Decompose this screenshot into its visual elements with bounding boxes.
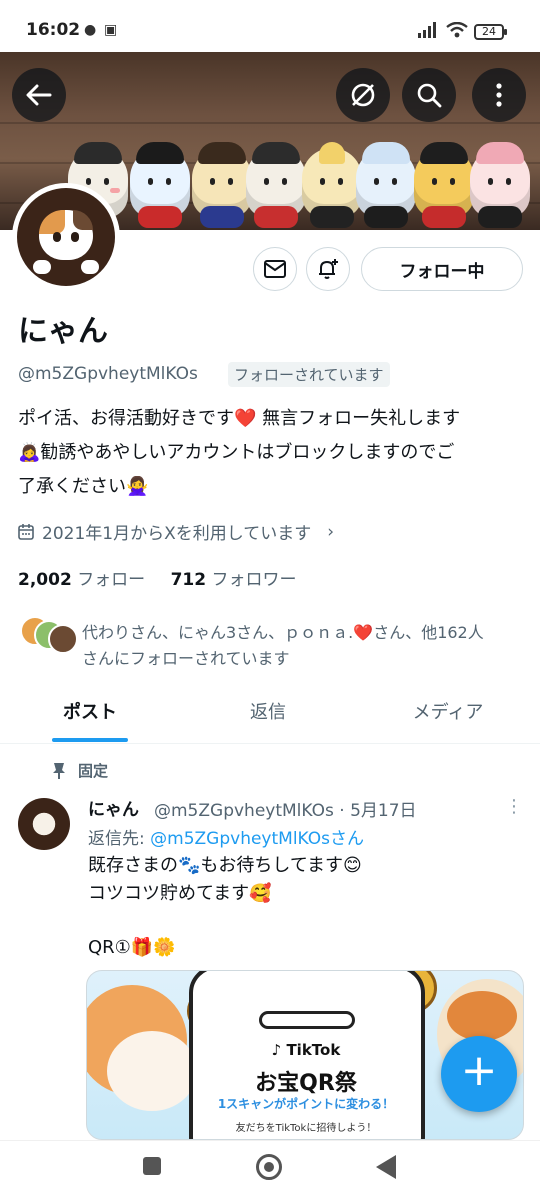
slash-circle-icon: [351, 83, 375, 107]
display-name: にゃん: [18, 314, 108, 349]
recent-apps-button[interactable]: [143, 1157, 161, 1175]
wifi-icon: [446, 21, 468, 42]
more-options-button[interactable]: [472, 68, 526, 122]
reply-handle-link[interactable]: @m5ZGpvheytMlKOsさん: [150, 829, 364, 849]
battery-level: 24: [482, 25, 496, 38]
home-button[interactable]: [256, 1154, 282, 1180]
pin-icon: [53, 762, 65, 779]
back-button[interactable]: [12, 68, 66, 122]
search-icon: [417, 83, 442, 108]
banner-figure: [356, 142, 416, 228]
follows-you-badge: フォローされています: [228, 362, 390, 387]
active-tab-indicator: [52, 738, 128, 742]
avatar: [48, 624, 78, 654]
banner-figure: [414, 142, 474, 228]
status-bar: 16:02 ● ▣ 24: [0, 0, 540, 52]
banner-figure: [246, 142, 306, 228]
following-count: 2,002: [18, 570, 72, 590]
notify-button[interactable]: [306, 247, 350, 291]
signal-icon: [418, 22, 438, 42]
plus-icon: +: [460, 1045, 498, 1096]
back-nav-button[interactable]: [376, 1155, 396, 1179]
followed-by-text[interactable]: 代わりさん、にゃん3さん、ｐｏｎａ.❤️さん、他162人 さんにフォローされてい…: [82, 620, 522, 672]
banner-figure: [302, 142, 362, 228]
tab-replies[interactable]: 返信: [198, 688, 338, 744]
banner-figure: [470, 142, 530, 228]
post-text-line: QR①🎁🌼: [88, 937, 176, 958]
pinned-indicator: 固定: [52, 760, 108, 781]
followed-by-line: さんにフォローされています: [82, 649, 290, 668]
followers-link[interactable]: 712 フォロワー: [171, 570, 297, 590]
banner-figure: [130, 142, 190, 228]
bell-plus-icon: [319, 259, 338, 279]
bio-line: ポイ活、お得活動好きです❤️ 無言フォロー失礼します: [18, 408, 461, 429]
post-author-avatar[interactable]: [18, 798, 70, 850]
message-button[interactable]: [253, 247, 297, 291]
more-vertical-icon: [496, 83, 502, 107]
bio-line: 了承ください🙅‍♀️: [18, 476, 149, 497]
joined-date[interactable]: 2021年1月からXを利用しています ›: [18, 519, 334, 544]
notification-app-icon: ▣: [104, 22, 118, 38]
post-text-line: 既存さまの🐾もお待ちしてます😊: [88, 855, 362, 876]
profile-tabs: ポスト 返信 メディア: [0, 688, 540, 744]
follow-counts: 2,002 フォロー 712 フォロワー: [18, 565, 297, 590]
status-time: 16:02: [26, 20, 81, 40]
following-label: フォロー: [77, 570, 146, 590]
followed-by-line: 代わりさん、にゃん3さん、ｐｏｎａ.❤️さん、他162人: [82, 623, 484, 642]
followers-count: 712: [170, 570, 207, 590]
following-link[interactable]: 2,002 フォロー: [18, 570, 145, 590]
media-caption: 友だちをTikTokに招待しよう！: [235, 1123, 377, 1134]
compose-button[interactable]: +: [441, 1036, 517, 1112]
reply-to: 返信先: @m5ZGpvheytMlKOsさん: [88, 824, 364, 849]
grok-button[interactable]: [336, 68, 390, 122]
username-handle: @m5ZGpvheytMlKOs: [18, 364, 198, 384]
chevron-right-icon: ›: [327, 521, 335, 542]
pinned-label: 固定: [78, 762, 109, 780]
search-button[interactable]: [402, 68, 456, 122]
bio-line: 🙇‍♀️勧誘やあやしいアカウントはブロックしますのでご: [18, 442, 455, 463]
banner-figure: [192, 142, 252, 228]
battery-icon: 24: [474, 24, 507, 40]
mail-icon: [264, 260, 286, 278]
joined-label: 2021年1月からXを利用しています: [42, 524, 312, 544]
post-author-name[interactable]: にゃん: [88, 795, 139, 820]
post-meta: @m5ZGpvheytMlKOs · 5月17日: [154, 801, 417, 821]
location-icon: ●: [84, 22, 97, 38]
calendar-icon: [18, 523, 34, 540]
followers-label: フォロワー: [211, 570, 297, 590]
profile-avatar[interactable]: [12, 183, 120, 291]
reply-prefix: 返信先:: [88, 829, 151, 849]
following-button[interactable]: フォロー中: [361, 247, 523, 291]
tab-media[interactable]: メディア: [378, 688, 518, 744]
arrow-left-icon: [26, 84, 52, 106]
post-text-line: コツコツ貯めてます🥰: [88, 883, 272, 904]
avatar-image: [17, 188, 115, 286]
post-more-icon[interactable]: ⋮: [505, 796, 523, 817]
tab-posts[interactable]: ポスト: [20, 688, 160, 744]
